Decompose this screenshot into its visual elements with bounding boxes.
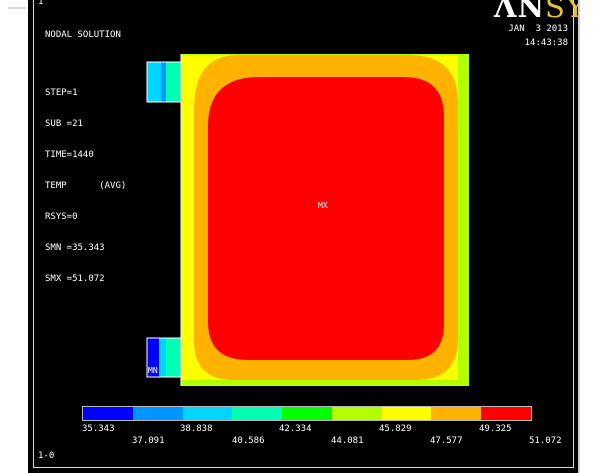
legend-value: 45.829: [379, 424, 412, 434]
solution-info: NODAL SOLUTION STEP=1 SUB =21 TIME=1440 …: [45, 10, 126, 305]
legend-value: 44.081: [331, 436, 364, 446]
info-time: TIME=1440: [45, 150, 94, 160]
screen: 1 NODAL SOLUTION STEP=1 SUB =21 TIME=144…: [0, 0, 612, 473]
legend-value: 37.091: [132, 436, 165, 446]
info-smx: SMX =51.072: [45, 274, 105, 284]
right-margin: [578, 0, 612, 473]
legend-swatch-2: [132, 407, 183, 420]
legend-value: 35.343: [82, 424, 115, 434]
fin-top-face: [166, 62, 181, 102]
contour-legend: [82, 406, 532, 421]
plot-date: JAN 3 2013: [508, 24, 568, 34]
legend-value: 49.325: [479, 424, 512, 434]
legend-swatch-1: [83, 407, 133, 420]
info-title: NODAL SOLUTION: [45, 30, 121, 40]
legend-swatch-4: [232, 407, 283, 420]
max-marker: MX: [318, 201, 328, 210]
legend-value: 47.577: [430, 436, 463, 446]
info-step: STEP=1: [45, 88, 78, 98]
info-sub: SUB =21: [45, 119, 83, 129]
window-number: 1: [38, 0, 44, 7]
legend-value: 42.334: [279, 424, 312, 434]
margin-tick: [8, 7, 26, 9]
plot-time: 14:43:38: [524, 38, 568, 48]
ansys-graphics-window[interactable]: 1 NODAL SOLUTION STEP=1 SUB =21 TIME=144…: [28, 0, 578, 473]
legend-swatch-8: [431, 407, 482, 420]
window-label: 1-0: [38, 451, 55, 461]
right-border: [578, 0, 580, 473]
info-smn: SMN =35.343: [45, 243, 105, 253]
legend-swatch-6: [331, 407, 382, 420]
fin-top-inner: [147, 62, 161, 102]
legend-value: 51.072: [529, 436, 562, 446]
info-temp: TEMP (AVG): [45, 181, 127, 191]
legend-value: 38.838: [180, 424, 213, 434]
legend-swatch-7: [381, 407, 432, 420]
left-margin: [0, 0, 28, 473]
legend-swatch-5: [282, 407, 332, 420]
fin-bottom-face: [166, 338, 181, 377]
info-rsys: RSYS=0: [45, 212, 78, 222]
min-marker: MN: [148, 366, 158, 375]
ansys-logo: ΛΝSYS: [494, 0, 578, 24]
legend-swatch-3: [182, 407, 233, 420]
legend-value: 40.586: [232, 436, 265, 446]
model-core-region: [208, 77, 444, 360]
legend-swatch-9: [481, 407, 532, 420]
